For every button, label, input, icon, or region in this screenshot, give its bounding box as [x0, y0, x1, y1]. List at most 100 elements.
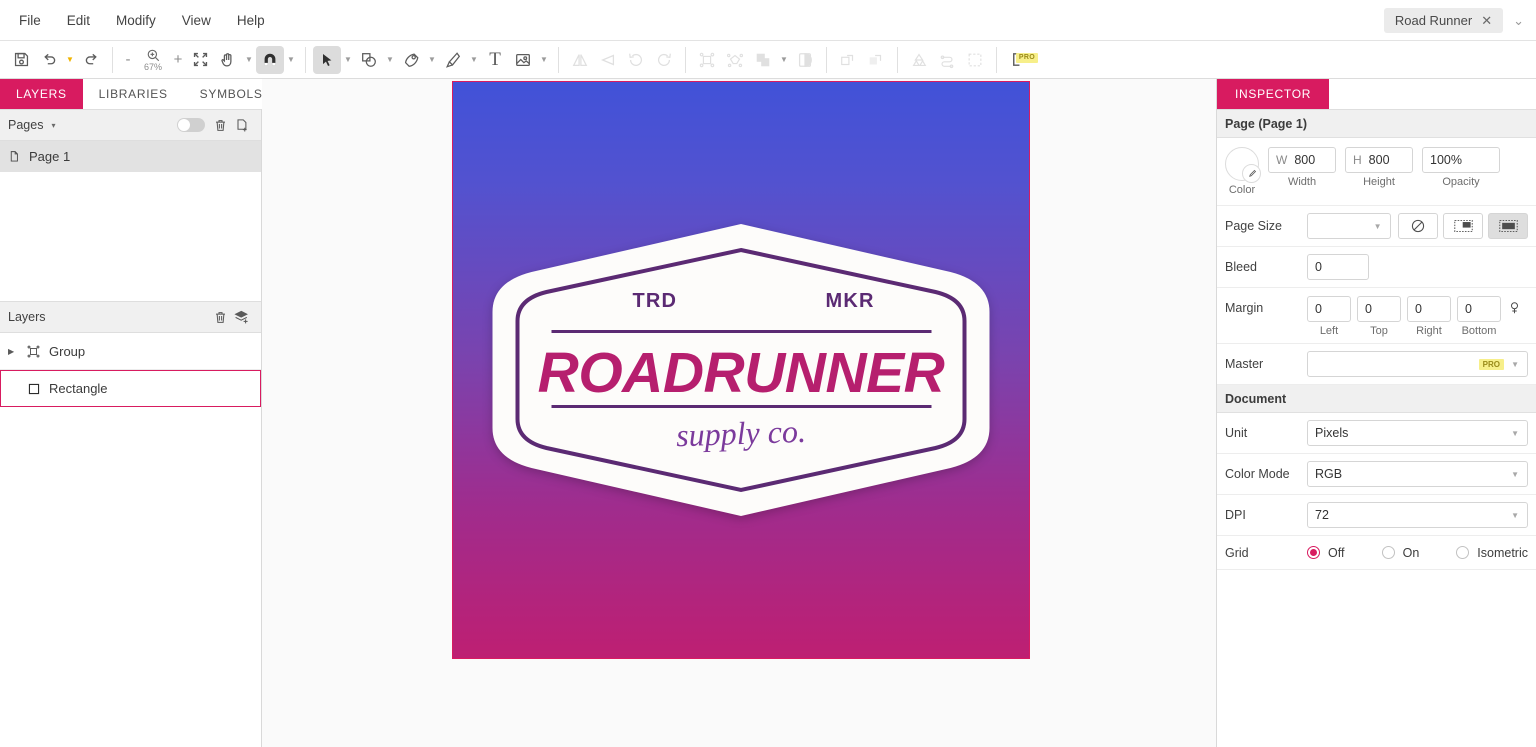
fit-screen-icon[interactable] [186, 46, 214, 74]
chevron-down-icon[interactable]: ▼ [1511, 360, 1519, 369]
orientation-toggle-icon[interactable] [1398, 213, 1438, 239]
menu-file[interactable]: File [8, 9, 52, 32]
grid-option-isometric[interactable]: Isometric [1456, 546, 1528, 560]
hand-tool-icon[interactable] [214, 46, 242, 74]
color-mode-select[interactable]: RGB ▼ [1307, 461, 1528, 487]
bleed-input[interactable]: 0 [1307, 254, 1369, 280]
document-tab-road-runner[interactable]: Road Runner ✕ [1384, 8, 1503, 33]
badge-rule-bottom [552, 405, 932, 408]
export-icon[interactable]: PRO [1004, 46, 1032, 74]
artboard-rectangle[interactable]: TRD MKR ROADRUNNER supply co. [453, 82, 1029, 658]
grid-option-label: Isometric [1477, 546, 1528, 560]
grid-option-on[interactable]: On [1382, 546, 1457, 560]
logo-badge: TRD MKR ROADRUNNER supply co. [489, 220, 994, 520]
tab-layers[interactable]: LAYERS [0, 79, 83, 109]
margin-top-control[interactable]: 0 Top [1357, 296, 1401, 337]
text-tool-icon[interactable]: T [481, 46, 509, 74]
close-icon[interactable]: ✕ [1481, 14, 1492, 27]
brush-tool-icon[interactable] [439, 46, 467, 74]
pages-title-group[interactable]: Pages ▾ [8, 118, 55, 132]
dpi-select[interactable]: 72 ▼ [1307, 502, 1528, 528]
layer-row-rectangle[interactable]: Rectangle [0, 370, 261, 407]
fit-content-icon[interactable] [1443, 213, 1483, 239]
radio-icon[interactable] [1382, 546, 1395, 559]
image-tool-icon[interactable] [509, 46, 537, 74]
boolean-ops-chevron-icon: ▼ [777, 46, 791, 74]
document-section-header: Document [1217, 385, 1536, 413]
color-control[interactable]: Color [1225, 147, 1259, 196]
chevron-down-icon[interactable]: ⌄ [1507, 13, 1530, 29]
margin-top-input[interactable]: 0 [1357, 296, 1401, 322]
zoom-in-button[interactable]: + [170, 51, 186, 68]
select-arrow-icon[interactable] [313, 46, 341, 74]
menu-modify[interactable]: Modify [105, 9, 167, 32]
snap-options-chevron-icon[interactable]: ▼ [284, 46, 298, 74]
shapes-icon[interactable] [355, 46, 383, 74]
pages-visibility-toggle[interactable] [177, 118, 205, 132]
pen-tool-icon[interactable] [397, 46, 425, 74]
margin-bottom-input[interactable]: 0 [1457, 296, 1501, 322]
page-row-page-1[interactable]: Page 1 [0, 141, 261, 172]
menu-view[interactable]: View [171, 9, 222, 32]
redo-icon[interactable] [77, 46, 105, 74]
snap-magnet-icon[interactable] [256, 46, 284, 74]
add-layer-icon[interactable] [231, 306, 253, 328]
zoom-out-button[interactable]: - [120, 51, 136, 68]
radio-icon[interactable] [1456, 546, 1469, 559]
fit-page-icon[interactable] [1488, 213, 1528, 239]
link-margins-icon[interactable] [1507, 296, 1522, 321]
zoom-icon[interactable]: 67% [136, 44, 170, 76]
margin-left-control[interactable]: 0 Left [1307, 296, 1351, 337]
image-tool-chevron-icon[interactable]: ▼ [537, 46, 551, 74]
main-toolbar: ▼ - 67% + [0, 41, 1536, 79]
inspector-tabs: INSPECTOR [1217, 79, 1536, 110]
shapes-chevron-icon[interactable]: ▼ [383, 46, 397, 74]
margin-right-control[interactable]: 0 Right [1407, 296, 1451, 337]
master-select[interactable]: PRO ▼ [1307, 351, 1528, 377]
opacity-caption: Opacity [1442, 176, 1479, 188]
undo-icon[interactable] [35, 46, 63, 74]
dpi-row: DPI 72 ▼ [1217, 495, 1536, 536]
color-swatch[interactable] [1225, 147, 1259, 181]
brush-tool-chevron-icon[interactable]: ▼ [467, 46, 481, 74]
canvas-area[interactable]: TRD MKR ROADRUNNER supply co. [262, 79, 1216, 747]
chevron-down-icon[interactable]: ▾ [51, 121, 55, 130]
document-tab-zone: Road Runner ✕ ⌄ [1384, 0, 1536, 41]
margin-left-input[interactable]: 0 [1307, 296, 1351, 322]
height-control[interactable]: H 800 Height [1345, 147, 1413, 188]
unit-select[interactable]: Pixels ▼ [1307, 420, 1528, 446]
save-icon[interactable] [7, 46, 35, 74]
opacity-input[interactable]: 100% [1422, 147, 1500, 173]
width-control[interactable]: W 800 Width [1268, 147, 1336, 188]
flip-vertical-icon [594, 46, 622, 74]
pen-tool-chevron-icon[interactable]: ▼ [425, 46, 439, 74]
add-page-icon[interactable] [231, 114, 253, 136]
margin-right-input[interactable]: 0 [1407, 296, 1451, 322]
chevron-down-icon[interactable]: ▼ [1374, 222, 1382, 231]
margin-bottom-control[interactable]: 0 Bottom [1457, 296, 1501, 337]
layer-row-group[interactable]: ▶ Group [0, 333, 261, 370]
grid-option-label: Off [1328, 546, 1344, 560]
radio-icon[interactable] [1307, 546, 1320, 559]
height-input[interactable]: H 800 [1345, 147, 1413, 173]
tab-inspector[interactable]: INSPECTOR [1217, 79, 1329, 109]
trash-icon[interactable] [209, 306, 231, 328]
tab-libraries[interactable]: LIBRARIES [83, 79, 184, 109]
chevron-down-icon[interactable]: ▼ [1511, 470, 1519, 479]
menu-edit[interactable]: Edit [56, 9, 101, 32]
hand-tool-chevron-icon[interactable]: ▼ [242, 46, 256, 74]
chevron-down-icon[interactable]: ▼ [1511, 511, 1519, 520]
undo-history-chevron-icon[interactable]: ▼ [63, 46, 77, 74]
width-input[interactable]: W 800 [1268, 147, 1336, 173]
select-tool-chevron-icon[interactable]: ▼ [341, 46, 355, 74]
page-size-select[interactable]: ▼ [1307, 213, 1391, 239]
menu-help[interactable]: Help [226, 9, 276, 32]
grid-option-off[interactable]: Off [1307, 546, 1382, 560]
width-caption: Width [1288, 176, 1316, 188]
eyedropper-icon[interactable] [1242, 164, 1261, 183]
chevron-down-icon[interactable]: ▼ [1511, 429, 1519, 438]
bleed-row: Bleed 0 [1217, 247, 1536, 288]
opacity-control[interactable]: 100% Opacity [1422, 147, 1500, 188]
expand-triangle-icon[interactable]: ▶ [8, 347, 18, 356]
trash-icon[interactable] [209, 114, 231, 136]
